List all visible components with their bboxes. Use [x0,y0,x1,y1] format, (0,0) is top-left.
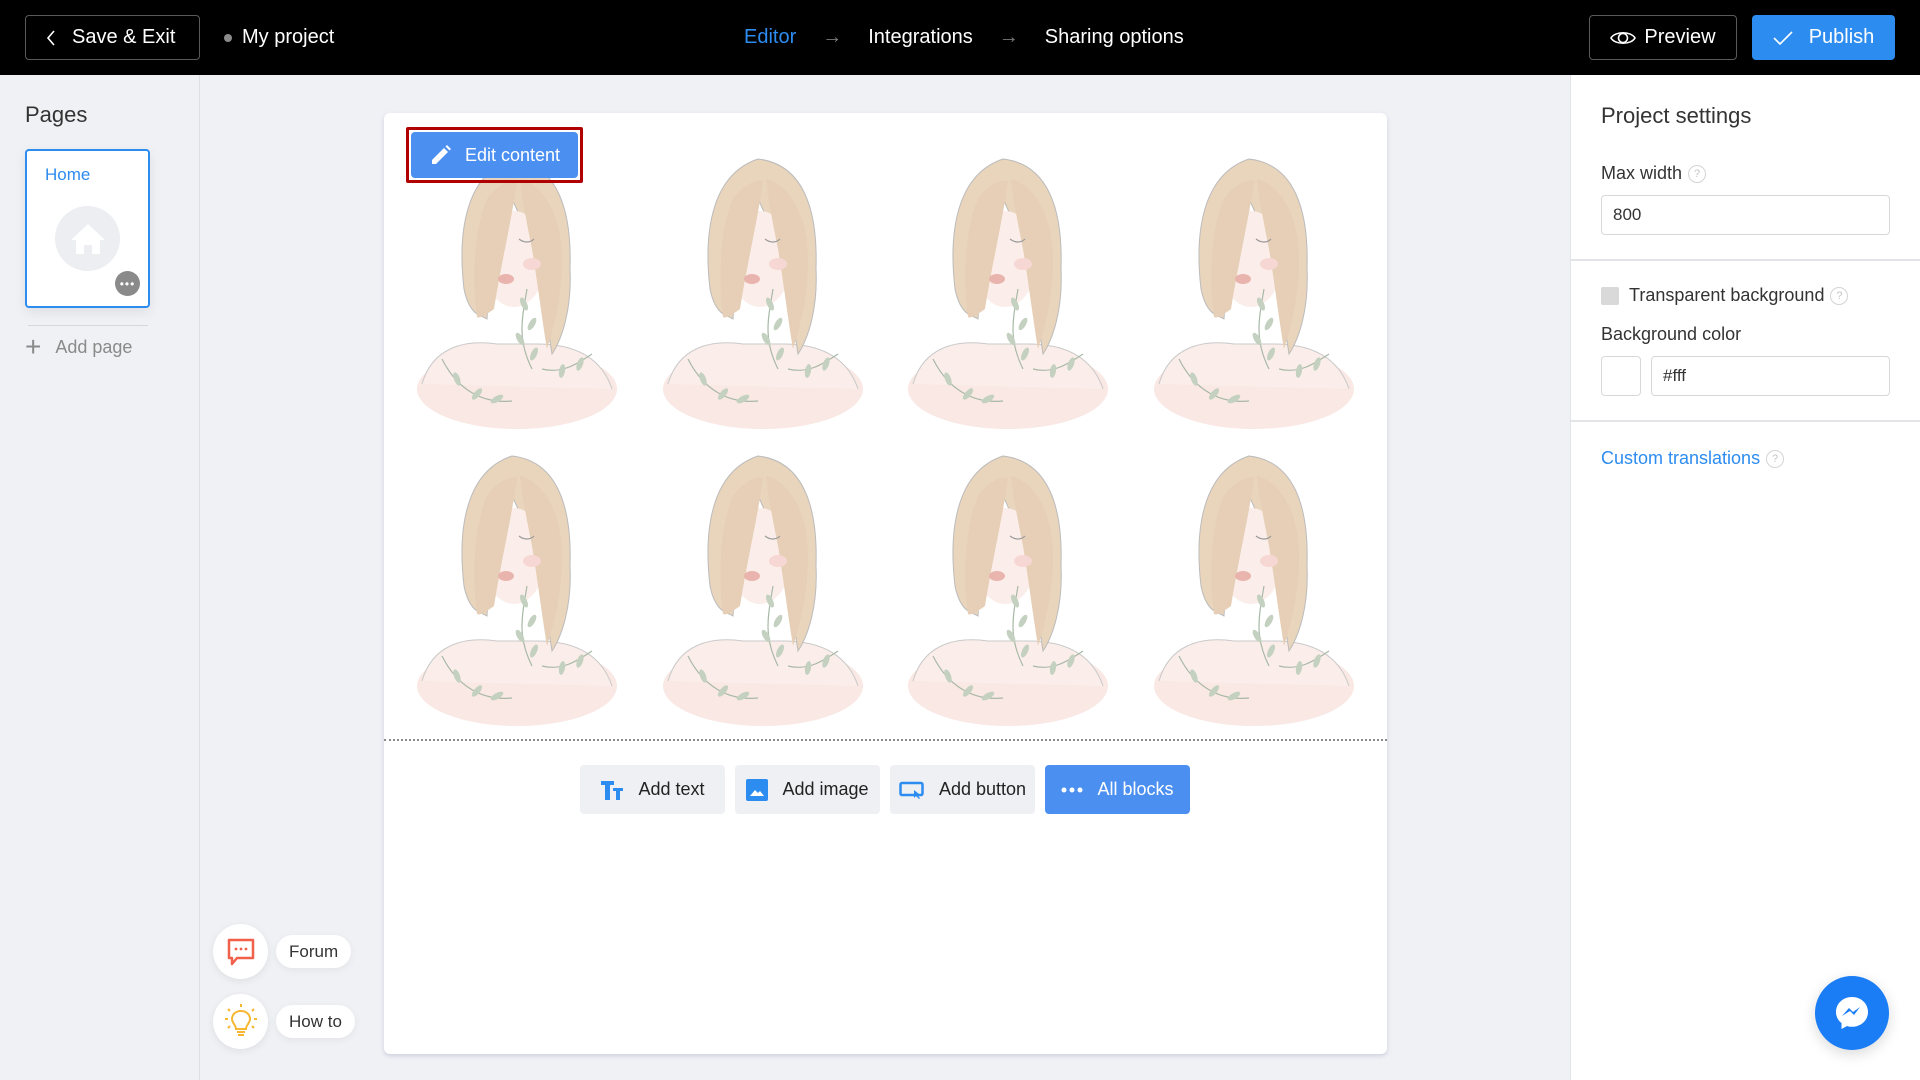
project-settings-title: Project settings [1601,103,1752,128]
forum-link[interactable]: Forum [213,924,352,979]
step-editor[interactable]: Editor [744,26,796,49]
eye-icon [1610,31,1637,44]
portrait-image [640,433,886,731]
max-width-input[interactable] [1601,195,1890,235]
image-grid[interactable] [394,135,1377,730]
project-name[interactable]: My project [224,0,334,75]
sidebar-divider [28,325,148,326]
help-icon[interactable]: ? [1830,286,1849,305]
plus-icon: + [25,331,42,362]
howto-label: How to [276,1005,355,1038]
transparent-background-option[interactable]: Transparent background ? [1601,285,1849,306]
portrait-image [886,433,1132,731]
portrait-image [640,135,886,433]
section-divider [1571,420,1920,422]
portrait-image [1131,433,1377,731]
max-width-label: Max width ? [1601,163,1707,184]
all-blocks-label: All blocks [1097,779,1174,799]
save-exit-label: Save & Exit [72,26,176,48]
forum-label: Forum [276,935,352,968]
add-button-button[interactable]: Add button [890,765,1035,814]
step-navigation: Editor → Integrations → Sharing options [744,0,1184,75]
howto-link[interactable]: How to [213,994,355,1049]
add-button-label: Add button [938,779,1027,799]
publish-label: Publish [1808,26,1875,48]
section-divider [1571,259,1920,261]
chevron-left-icon [46,29,55,46]
project-name-text: My project [242,26,335,48]
add-text-label: Add text [638,779,705,799]
page-more-options-button[interactable]: ••• [115,271,140,296]
edit-content-label: Edit content [465,144,561,165]
image-icon [746,778,769,801]
forum-icon [213,924,268,979]
unsaved-dot-icon [224,33,232,42]
page-name: Home [45,165,91,184]
add-page-button[interactable]: + Add page [25,331,132,363]
transparent-background-label: Transparent background [1629,285,1825,305]
button-icon [899,781,924,799]
portrait-image [886,135,1132,433]
background-color-swatch[interactable] [1601,356,1641,396]
all-blocks-button[interactable]: All blocks [1045,765,1190,814]
messenger-chat-button[interactable] [1815,976,1889,1050]
arrow-right-icon: → [822,26,843,48]
top-bar: Save & Exit My project Editor → Integrat… [0,0,1920,75]
pencil-icon [432,145,451,164]
help-icon[interactable]: ? [1688,164,1707,183]
messenger-icon [1836,997,1868,1029]
lightbulb-icon [213,994,268,1049]
project-settings-panel: Project settings Max width ? Transparent… [1570,75,1920,1080]
transparent-background-checkbox[interactable] [1601,286,1619,305]
step-integrations[interactable]: Integrations [868,26,973,49]
home-icon [55,206,120,271]
step-sharing-options[interactable]: Sharing options [1045,26,1184,49]
more-dots-icon [1061,787,1083,792]
preview-label: Preview [1644,26,1716,48]
pages-sidebar: Pages Home ••• + Add page [0,75,200,1080]
add-image-button[interactable]: Add image [735,765,880,814]
background-color-input[interactable] [1651,356,1890,396]
preview-button[interactable]: Preview [1589,15,1737,60]
max-width-label-text: Max width [1601,163,1683,183]
help-icon[interactable]: ? [1766,449,1785,468]
add-text-button[interactable]: Add text [580,765,725,814]
add-page-label: Add page [55,336,133,357]
text-icon [601,780,624,800]
block-divider [384,739,1387,741]
custom-translations-link[interactable]: Custom translations ? [1601,448,1785,469]
pages-title: Pages [25,102,88,127]
portrait-image [1131,135,1377,433]
background-color-label: Background color [1601,324,1742,344]
portrait-image [394,433,640,731]
block-toolbar: Add text Add image Add button All blocks [580,765,1190,814]
edit-content-button[interactable]: Edit content [411,132,578,178]
check-icon [1773,30,1793,45]
arrow-right-icon: → [998,26,1019,48]
page-card-home[interactable]: Home ••• [25,149,150,308]
save-exit-button[interactable]: Save & Exit [25,15,200,60]
add-image-label: Add image [782,779,869,799]
custom-translations-label: Custom translations [1601,448,1761,468]
editor-canvas: Edit content Add text Add image Add butt… [384,113,1387,1054]
publish-button[interactable]: Publish [1752,15,1895,60]
